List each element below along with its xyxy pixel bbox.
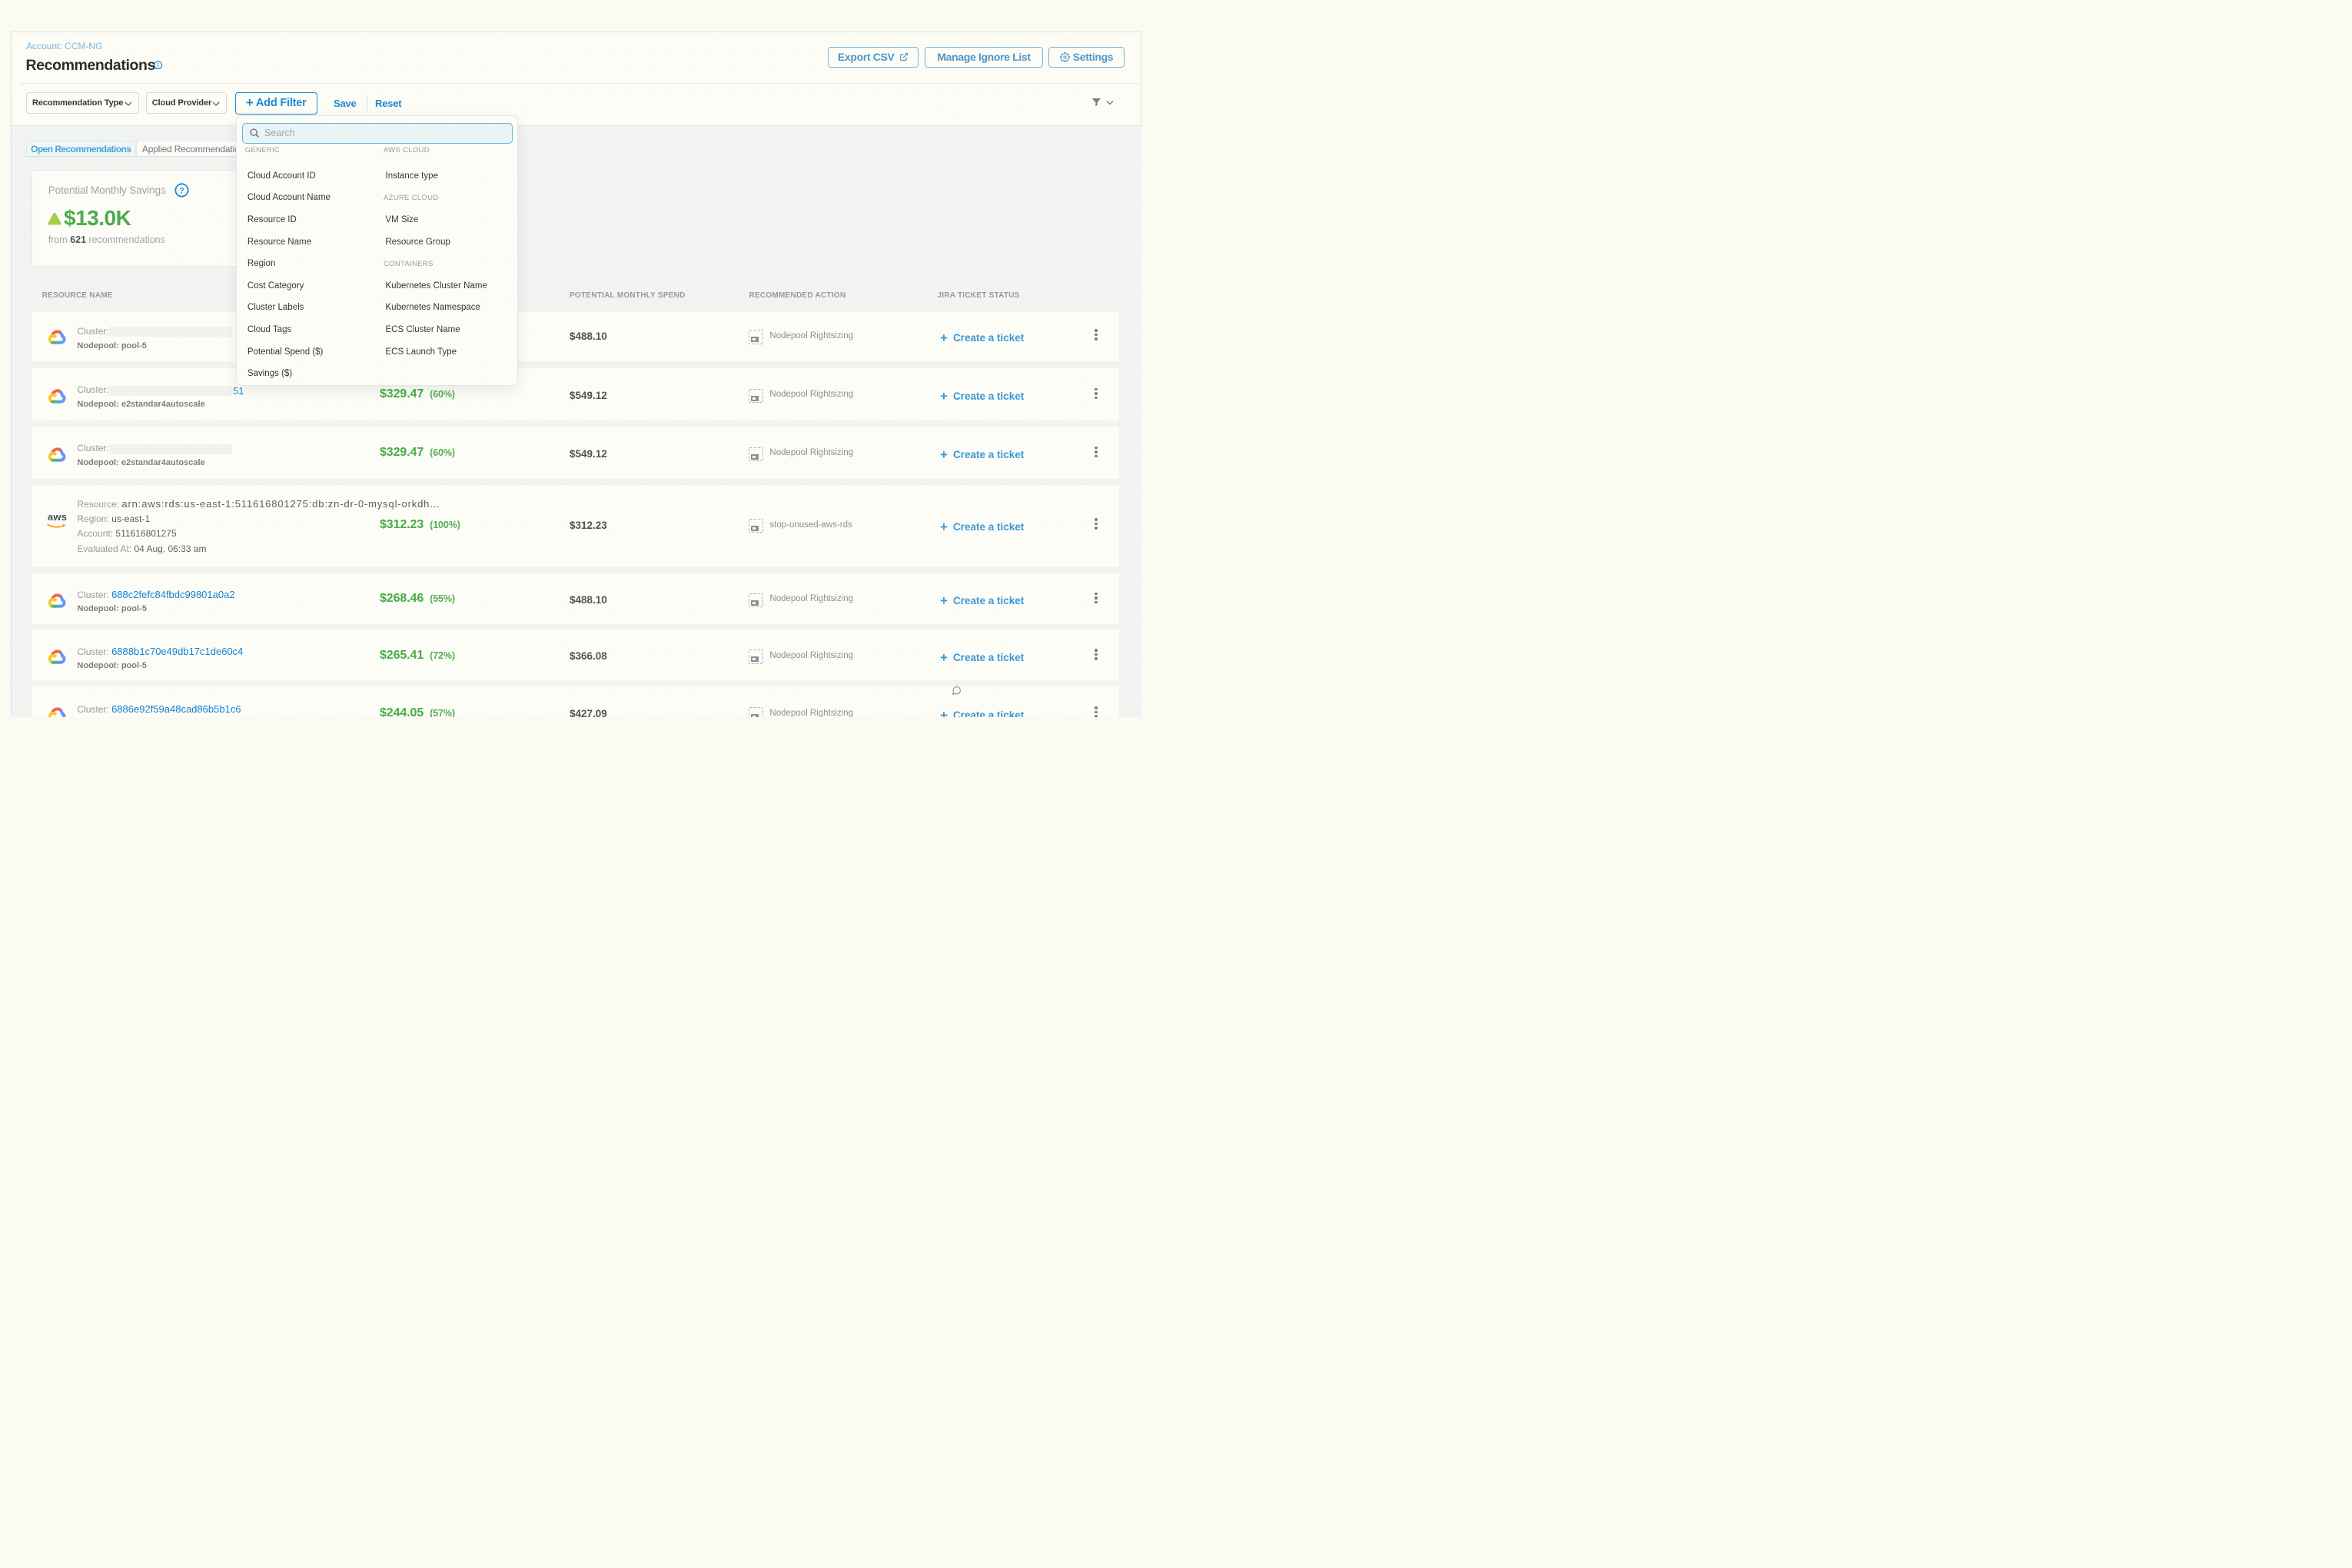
svg-text:?: ? bbox=[179, 186, 184, 195]
